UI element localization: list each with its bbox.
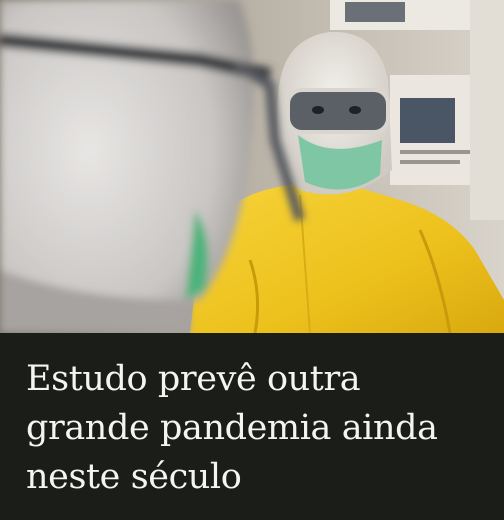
- headline[interactable]: Estudo prevê outra grande pandemia ainda…: [26, 355, 480, 502]
- headline-line-3: neste século: [26, 457, 242, 497]
- headline-line-1: Estudo prevê outra: [26, 359, 361, 399]
- news-photo: [0, 0, 504, 333]
- headline-line-2: grande pandemia ainda: [26, 408, 438, 448]
- headline-area: Estudo prevê outra grande pandemia ainda…: [0, 333, 504, 520]
- news-card: Estudo prevê outra grande pandemia ainda…: [0, 0, 504, 520]
- photo-healthcare-workers-ppe-icon: [0, 0, 504, 333]
